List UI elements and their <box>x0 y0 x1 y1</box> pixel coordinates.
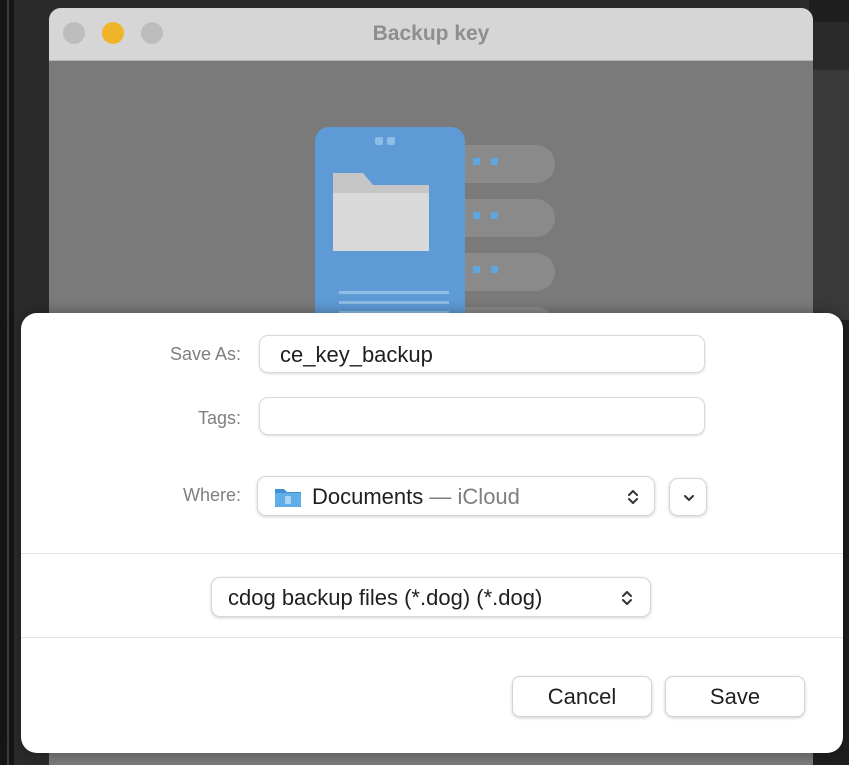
save-as-value: ce_key_backup <box>280 342 433 367</box>
where-location: iCloud <box>457 484 520 509</box>
window-title: Backup key <box>372 22 490 45</box>
chevron-updown-icon <box>626 487 640 512</box>
tags-field[interactable] <box>259 397 705 435</box>
tags-label: Tags: <box>197 408 241 428</box>
save-dialog: Save As: ce_key_backup Tags: Where: Docu… <box>21 313 843 753</box>
where-separator: — <box>429 484 452 509</box>
file-format-popup[interactable]: cdog backup files (*.dog) (*.dog) <box>211 577 651 617</box>
cancel-button[interactable]: Cancel <box>512 676 652 717</box>
chevron-down-icon <box>681 491 697 510</box>
where-folder-name: Documents <box>312 484 424 509</box>
save-as-field[interactable]: ce_key_backup <box>259 335 705 373</box>
divider-bottom <box>21 637 843 638</box>
save-button[interactable]: Save <box>665 676 805 717</box>
folder-icon <box>274 486 302 513</box>
where-popup[interactable]: Documents — iCloud <box>257 476 655 516</box>
desktop-left-edge <box>0 0 14 765</box>
where-label: Where: <box>182 485 241 505</box>
divider-top <box>21 553 843 554</box>
file-format-value: cdog backup files (*.dog) (*.dog) <box>228 585 543 610</box>
title-bar: Backup key <box>49 8 813 61</box>
chevron-updown-icon <box>620 588 634 613</box>
expand-browser-button[interactable] <box>669 478 707 516</box>
save-as-label: Save As: <box>169 344 241 364</box>
